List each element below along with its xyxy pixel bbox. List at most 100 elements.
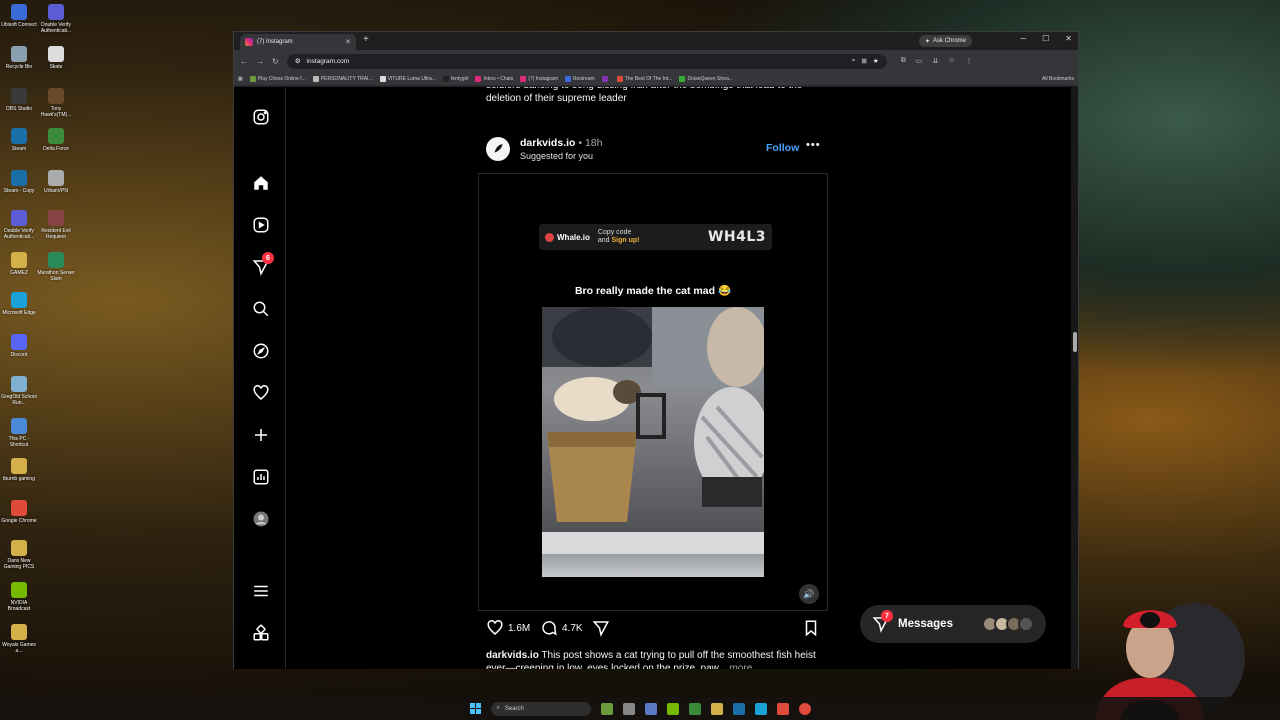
also-from-meta-icon[interactable] xyxy=(251,623,271,643)
explore-compass-icon[interactable] xyxy=(251,341,271,361)
create-plus-icon[interactable] xyxy=(251,425,271,445)
scrollbar-thumb[interactable] xyxy=(1073,332,1077,352)
desktop-shortcut[interactable]: Recycle Bin xyxy=(0,46,38,70)
menu-dots-icon[interactable]: ⋮ xyxy=(965,57,972,65)
desktop-shortcut[interactable]: Woyals Games a... xyxy=(0,624,38,654)
all-bookmarks-button[interactable]: All Bookmarks xyxy=(1042,76,1074,82)
extensions-icon[interactable]: ⧉ xyxy=(901,57,906,65)
page-scrollbar[interactable] xyxy=(1071,87,1078,669)
desktop-shortcut[interactable]: Ubisoft Connect xyxy=(0,4,38,28)
new-tab-button[interactable]: + xyxy=(363,34,369,45)
more-options-icon[interactable]: ••• xyxy=(806,139,821,151)
apps-icon[interactable]: ▦ xyxy=(238,76,243,82)
author-avatar[interactable] xyxy=(486,137,510,161)
back-arrow-icon[interactable]: ← xyxy=(240,57,248,66)
post-media[interactable]: Whale.io Copy code and Sign up! WH4L3 Br… xyxy=(478,173,828,611)
steam-icon[interactable] xyxy=(732,702,745,715)
profile-avatar[interactable] xyxy=(251,509,271,529)
file-explorer-icon[interactable] xyxy=(710,702,723,715)
dashboard-icon[interactable] xyxy=(251,467,271,487)
bookmark-item[interactable] xyxy=(601,75,610,82)
close-window-icon[interactable]: ✕ xyxy=(1065,34,1072,43)
desktop-shortcut[interactable]: Marathon Server Slam xyxy=(37,252,75,282)
install-icon[interactable]: ⊞ xyxy=(861,57,866,65)
settings-icon[interactable] xyxy=(644,702,657,715)
desktop-shortcut[interactable]: GAMEZ xyxy=(0,252,38,276)
bookmark-star-icon[interactable]: ★ xyxy=(873,57,879,65)
like-button[interactable]: 1.6M xyxy=(486,619,530,637)
follow-button[interactable]: Follow xyxy=(766,142,799,154)
forward-arrow-icon[interactable]: → xyxy=(256,57,264,66)
desktop-shortcut[interactable]: GregOld School Run... xyxy=(0,376,38,406)
ask-chrome-button[interactable]: ✦ Ask Chrome xyxy=(918,35,972,47)
bookmark-item[interactable]: PERSONALITY TRAI... xyxy=(312,75,373,82)
desktop-shortcut[interactable]: Double Verify Authenticati... xyxy=(0,210,38,240)
caption-more-link[interactable]: more xyxy=(727,663,752,669)
desktop-shortcut[interactable]: NVIDIA Broadcast xyxy=(0,582,38,612)
desktop-shortcut[interactable]: Delta Force xyxy=(37,128,75,152)
desktop-shortcut[interactable]: UrbanVPN xyxy=(37,170,75,194)
bookmark-item[interactable]: fentygirl xyxy=(442,75,468,82)
desktop-shortcut[interactable]: Google Chrome xyxy=(0,500,38,524)
desktop-shortcut[interactable]: Steam xyxy=(0,128,38,152)
desktop-shortcut[interactable]: This PC - Shortcut xyxy=(0,418,38,448)
desktop-shortcut[interactable]: OBS Studio xyxy=(0,88,38,112)
heart-notifications-icon[interactable] xyxy=(251,383,271,403)
promo-code: WH4L3 xyxy=(707,229,766,245)
post-author[interactable]: darkvids.io • 18h xyxy=(520,137,602,149)
downloads-icon[interactable]: ⇊ xyxy=(932,57,938,65)
shortcut-icon xyxy=(11,334,27,350)
minimize-icon[interactable]: ─ xyxy=(1020,34,1026,43)
instagram-logo-icon[interactable] xyxy=(251,107,271,127)
share-button[interactable] xyxy=(592,619,610,637)
tab-instagram[interactable]: (7) Instagram ✕ xyxy=(240,34,356,50)
caption-author[interactable]: darkvids.io xyxy=(486,650,539,661)
desktop-shortcut[interactable]: Skate xyxy=(37,46,75,70)
hamburger-menu-icon[interactable] xyxy=(251,581,271,601)
maximize-icon[interactable]: ☐ xyxy=(1042,34,1049,43)
comment-button[interactable]: 4.7K xyxy=(540,619,583,637)
bookmark-item[interactable]: The Best Of The Int... xyxy=(616,75,672,82)
search-icon[interactable] xyxy=(251,299,271,319)
taskbar-search[interactable]: ⌕ Search xyxy=(490,701,591,716)
bookmark-item[interactable]: DolanQueen Strea... xyxy=(679,75,733,82)
desktop-shortcut[interactable]: Double Verify Authenticati... xyxy=(37,4,75,34)
edge-icon[interactable] xyxy=(754,702,767,715)
taskbar-app-icon[interactable] xyxy=(600,702,613,715)
bookmark-item[interactable]: Play Chess Online f... xyxy=(249,75,306,82)
task-view-icon[interactable] xyxy=(622,702,635,715)
bookmark-item[interactable]: VITURE Luma Ultra... xyxy=(379,75,436,82)
desktop-shortcut[interactable]: tburnb gaming xyxy=(0,458,38,482)
messages-label: Messages xyxy=(898,618,953,630)
taskbar-app-icon[interactable] xyxy=(776,702,789,715)
chrome-icon[interactable] xyxy=(798,702,811,715)
desktop-shortcut[interactable]: Resident Evil Requiem xyxy=(37,210,75,240)
bookmark-item[interactable]: Restream xyxy=(565,75,595,82)
reels-icon[interactable] xyxy=(251,215,271,235)
bookmark-item[interactable]: (7) Instagram xyxy=(520,75,558,82)
taskbar-app-icon[interactable] xyxy=(688,702,701,715)
desktop-shortcut[interactable]: Tony Hawk's(TM)... xyxy=(37,88,75,118)
tab-title: (7) Instagram xyxy=(257,39,293,45)
desktop-shortcut[interactable]: Microsoft Edge xyxy=(0,292,38,316)
shortcut-label: Woyals Games a... xyxy=(2,642,36,654)
profile-icon[interactable]: ☺ xyxy=(948,57,955,65)
zoom-icon[interactable]: ⌕ xyxy=(852,57,856,65)
site-info-icon[interactable]: ⚙ xyxy=(295,57,301,65)
save-button[interactable] xyxy=(802,619,820,637)
desktop-shortcut[interactable]: Discord xyxy=(0,334,38,358)
reload-icon[interactable]: ↻ xyxy=(272,57,279,66)
video-frame[interactable] xyxy=(542,307,764,577)
tab-close-icon[interactable]: ✕ xyxy=(345,38,351,46)
desktop-shortcut[interactable]: Dans New Gaming PICS xyxy=(0,540,38,570)
sidebar-icon[interactable]: ▭ xyxy=(916,57,923,65)
address-bar[interactable]: ⚙ instagram.com ⌕ ⊞ ★ xyxy=(286,53,887,69)
mute-toggle-icon[interactable]: 🔊 xyxy=(799,584,819,604)
desktop-shortcut[interactable]: Steam - Copy xyxy=(0,170,38,194)
messages-button[interactable]: 7 Messages xyxy=(860,605,1046,643)
bookmark-item[interactable]: Inbox • Chats xyxy=(475,75,513,82)
windows-start-icon[interactable] xyxy=(469,703,481,714)
nvidia-icon[interactable] xyxy=(666,702,679,715)
home-icon[interactable] xyxy=(251,173,271,193)
author-name[interactable]: darkvids.io xyxy=(520,137,575,149)
